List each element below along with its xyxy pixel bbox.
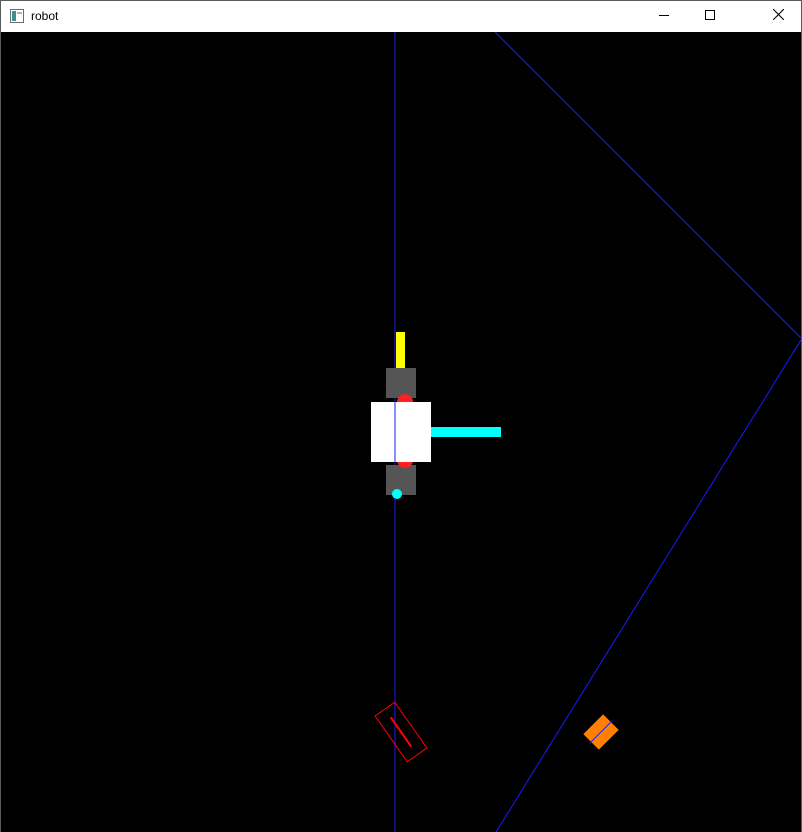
maximize-button[interactable] <box>687 1 733 31</box>
simulation-canvas[interactable] <box>1 32 801 832</box>
diagonal-guide-line-upper <box>494 32 801 339</box>
robot-top-wheel <box>386 368 416 398</box>
robot-rear-sensor <box>392 489 402 499</box>
outline-target <box>374 701 428 763</box>
app-window-icon <box>10 9 24 23</box>
robot-bottom-wheel <box>386 465 416 495</box>
diagonal-guide-line-lower <box>495 339 801 832</box>
close-button[interactable] <box>755 1 801 31</box>
minimize-button[interactable] <box>641 1 687 31</box>
solid-target <box>583 714 619 750</box>
robot-front-marker <box>396 332 405 368</box>
close-icon <box>772 7 784 25</box>
robot-body <box>371 402 431 462</box>
robot <box>371 332 501 499</box>
minimize-icon <box>659 7 669 25</box>
title-bar[interactable]: robot <box>1 1 801 31</box>
maximize-icon <box>705 7 715 25</box>
robot-side-arm <box>431 427 501 437</box>
app-window: robot <box>0 0 802 832</box>
window-title: robot <box>31 9 59 23</box>
